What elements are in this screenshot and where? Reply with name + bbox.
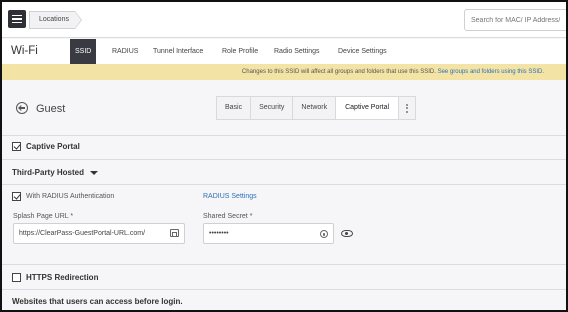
page-title: Wi-Fi — [11, 45, 38, 57]
subtab-captive-portal[interactable]: Captive Portal — [336, 97, 400, 119]
radius-auth-checkbox[interactable] — [12, 192, 21, 201]
shared-secret-value: •••••••• — [209, 230, 229, 237]
app-window: Locations Wi-Fi SSID RADIUS Tunnel Inter… — [0, 0, 568, 312]
shared-secret-label: Shared Secret * — [203, 213, 253, 220]
tab-role-profile[interactable]: Role Profile — [217, 39, 263, 64]
more-options-icon[interactable] — [399, 97, 415, 119]
shared-secret-input[interactable]: •••••••• — [203, 223, 334, 244]
portal-type-dropdown[interactable]: Third-Party Hosted — [12, 168, 84, 177]
banner-text: Changes to this SSID will affect all gro… — [241, 69, 436, 75]
hamburger-menu-icon[interactable] — [8, 10, 26, 28]
tab-radius[interactable]: RADIUS — [107, 39, 143, 64]
tab-ssid[interactable]: SSID — [70, 39, 97, 64]
search-input[interactable] — [464, 9, 566, 31]
ssid-subtabs: Basic Security Network Captive Portal — [216, 96, 417, 120]
subtab-security[interactable]: Security — [251, 97, 294, 119]
https-redirection-label: HTTPS Redirection — [26, 273, 99, 282]
network-name: Guest — [36, 103, 66, 115]
banner-link[interactable]: See groups and folders using this SSID. — [438, 69, 544, 75]
subtab-basic[interactable]: Basic — [217, 97, 252, 119]
show-password-eye-icon[interactable] — [341, 230, 353, 237]
divider — [2, 159, 566, 160]
radius-auth-label: With RADIUS Authentication — [26, 193, 115, 200]
chevron-down-icon[interactable] — [90, 171, 98, 175]
https-redirection-checkbox[interactable] — [12, 273, 21, 282]
splash-url-value: https://ClearPass-GuestPortal-URL.com/ — [19, 230, 146, 237]
breadcrumb-locations[interactable]: Locations — [29, 11, 82, 29]
top-bar: Locations — [2, 2, 566, 38]
tab-tunnel-interface[interactable]: Tunnel Interface — [148, 39, 208, 64]
ssid-header: Guest Basic Security Network Captive Por… — [2, 80, 566, 135]
divider — [2, 264, 566, 265]
wifi-nav: Wi-Fi SSID RADIUS Tunnel Interface Role … — [2, 39, 566, 64]
radius-settings-link[interactable]: RADIUS Settings — [203, 193, 257, 200]
contact-card-icon[interactable] — [170, 229, 179, 237]
captive-portal-label: Captive Portal — [26, 142, 80, 151]
tab-radio-settings[interactable]: Radio Settings — [269, 39, 325, 64]
splash-url-input[interactable]: https://ClearPass-GuestPortal-URL.com/ — [13, 223, 185, 244]
tab-device-settings[interactable]: Device Settings — [333, 39, 392, 64]
divider — [2, 135, 566, 136]
websites-heading: Websites that users can access before lo… — [12, 297, 183, 306]
captive-portal-checkbox[interactable] — [12, 142, 21, 151]
divider — [2, 289, 566, 290]
back-arrow-icon[interactable] — [16, 102, 28, 114]
subtab-network[interactable]: Network — [293, 97, 337, 119]
warning-banner: Changes to this SSID will affect all gro… — [2, 64, 566, 80]
divider — [2, 184, 566, 185]
key-icon — [320, 230, 328, 238]
splash-url-label: Splash Page URL * — [13, 213, 74, 220]
